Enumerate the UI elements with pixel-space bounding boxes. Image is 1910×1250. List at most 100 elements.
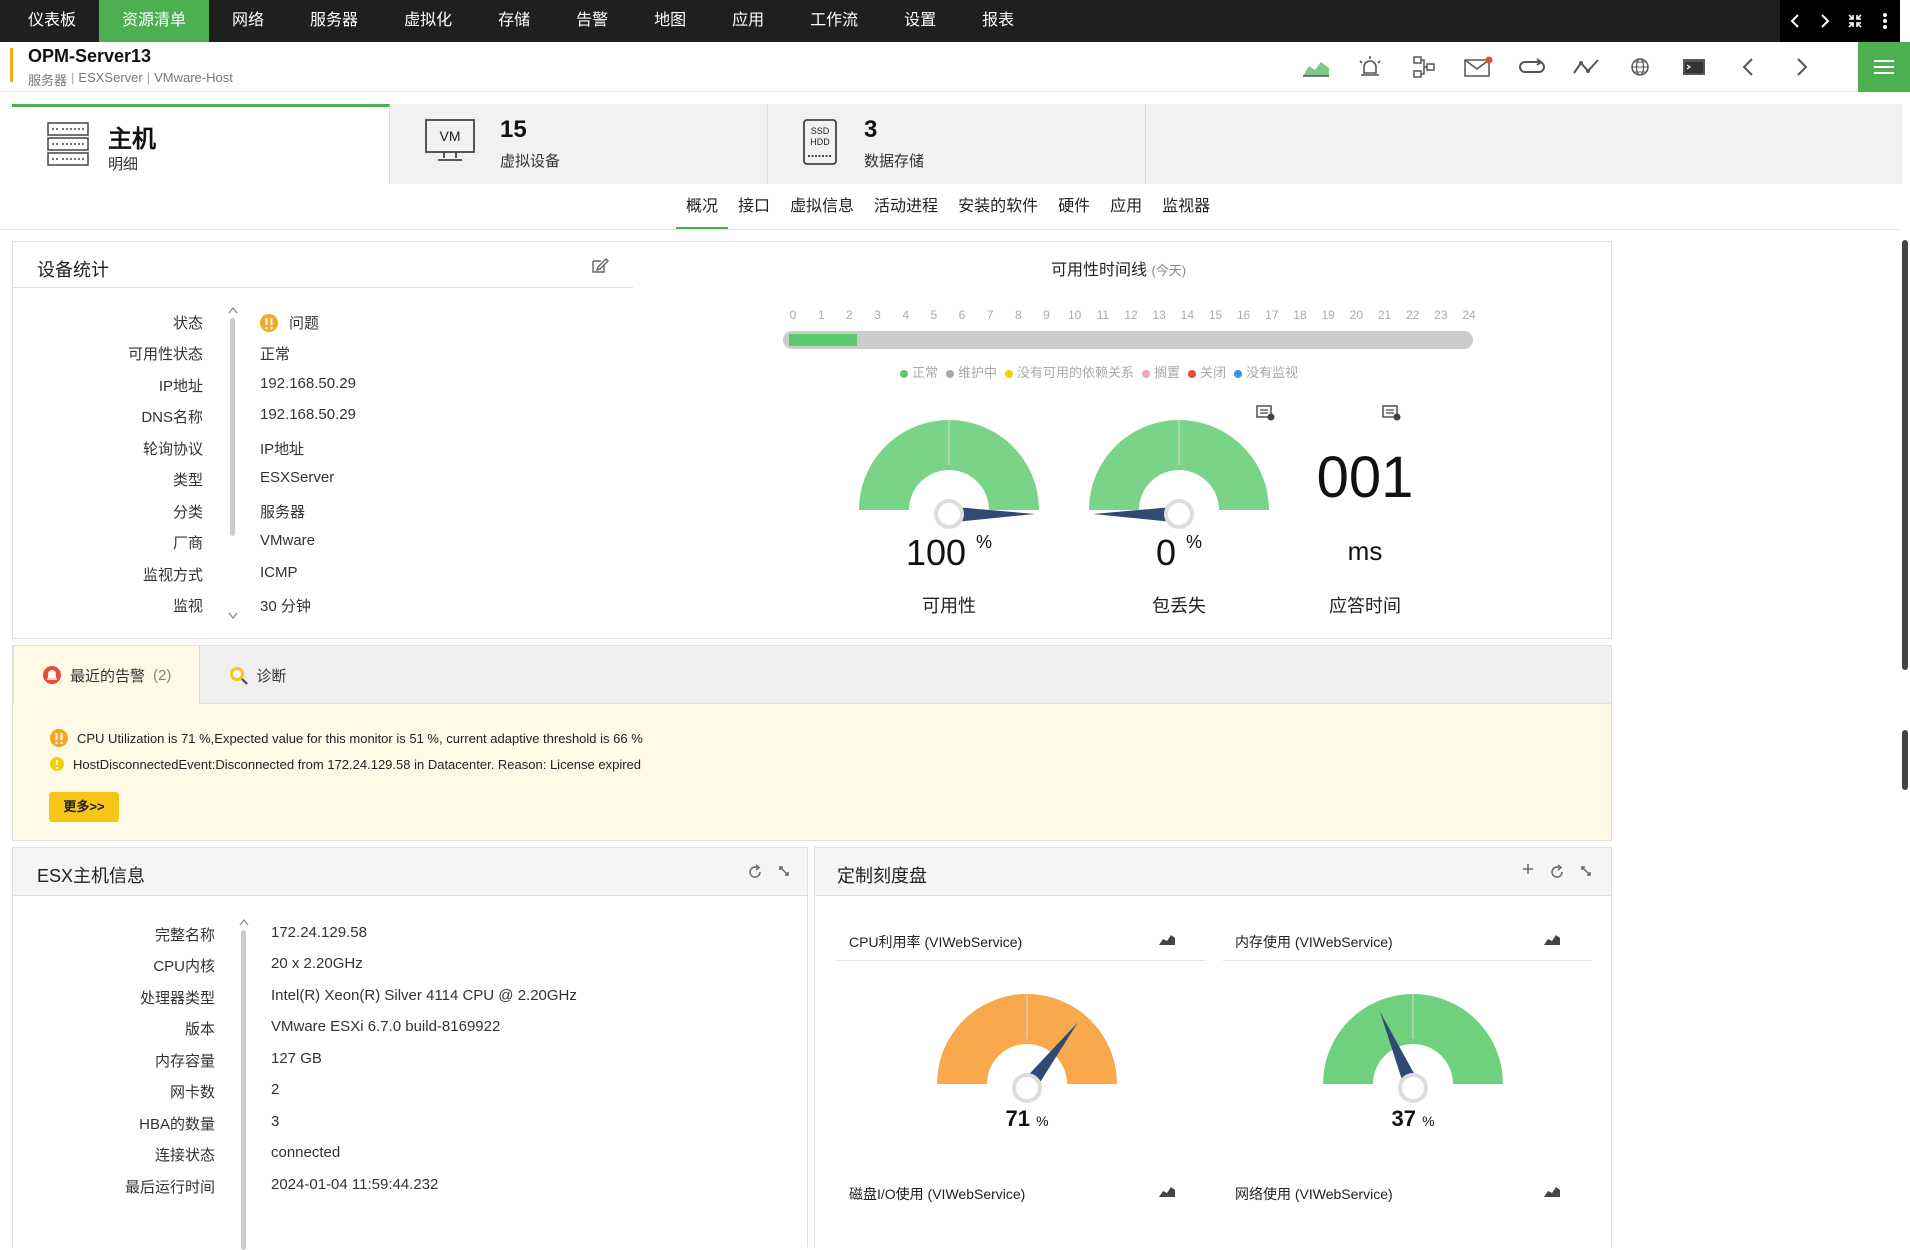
- nav-alarms[interactable]: 告警: [553, 0, 631, 42]
- esx-key: 内存容量: [154, 1053, 215, 1070]
- timeline-hour-tick: 5: [930, 308, 938, 322]
- esx-key: HBA的数量: [139, 1116, 215, 1133]
- nav-prev-icon[interactable]: [1780, 0, 1810, 42]
- tab-hardware[interactable]: 硬件: [1048, 196, 1100, 230]
- page-scrollbar-upper[interactable]: [1902, 240, 1908, 670]
- card-datastore[interactable]: SSD HDD 3 数据存储: [768, 104, 1146, 184]
- mail-icon[interactable]: [1460, 52, 1496, 82]
- scroll-up-icon[interactable]: [227, 306, 239, 314]
- crumb-type[interactable]: ESXServer: [78, 70, 142, 89]
- graph-line-icon[interactable]: [1568, 52, 1604, 82]
- terminal-icon[interactable]: [1676, 52, 1712, 82]
- stat-value: 服务器: [260, 504, 306, 521]
- esx-scrollbar[interactable]: [241, 930, 246, 1250]
- tab-virtual-info[interactable]: 虚拟信息: [780, 196, 864, 230]
- timeline-legend: 正常 维护中 没有可用的依赖关系 搁置 关闭 没有监视: [900, 362, 1298, 381]
- diagnosis-icon: [230, 667, 249, 685]
- stats-scrollbar[interactable]: [230, 318, 235, 536]
- diagnosis-label: 诊断: [256, 667, 287, 685]
- nav-virtualization[interactable]: 虚拟化: [381, 0, 475, 42]
- stat-key: 监视: [172, 598, 203, 615]
- stat-key: 厂商: [172, 535, 203, 552]
- timeline-hour-tick: 18: [1293, 308, 1307, 322]
- tab-applications[interactable]: 应用: [1100, 196, 1152, 230]
- mem-dial-chart-icon[interactable]: [1543, 932, 1561, 946]
- nav-servers[interactable]: 服务器: [287, 0, 381, 42]
- add-icon[interactable]: [1521, 862, 1535, 876]
- tab-processes[interactable]: 活动进程: [864, 196, 948, 230]
- expand-icon[interactable]: [777, 864, 791, 878]
- alarm-bell-icon: [43, 666, 61, 684]
- tab-overview[interactable]: 概况: [676, 196, 729, 230]
- disk-dial-chart-icon[interactable]: [1158, 1184, 1176, 1198]
- net-dial-label: 网络使用 (VIWebService): [1235, 1186, 1393, 1202]
- hamburger-menu-icon[interactable]: [1858, 42, 1910, 92]
- sync-icon[interactable]: [1514, 52, 1550, 82]
- nav-network[interactable]: 网络: [209, 0, 287, 42]
- esx-info-title: ESX主机信息: [37, 866, 146, 886]
- net-dial-chart-icon[interactable]: [1543, 1184, 1561, 1198]
- chart-icon[interactable]: [1298, 52, 1334, 82]
- mem-gauge-dial: [1323, 994, 1503, 1103]
- nav-workflow[interactable]: 工作流: [787, 0, 881, 42]
- timeline-hour-tick: 24: [1462, 308, 1476, 322]
- tab-diagnosis[interactable]: 诊断: [200, 646, 314, 704]
- page-scrollbar-lower[interactable]: [1902, 730, 1908, 790]
- stat-value: 30 分钟: [260, 598, 311, 615]
- esx-key: 连接状态: [154, 1147, 215, 1164]
- legend-item: 关闭: [1188, 362, 1226, 381]
- nav-dashboard[interactable]: 仪表板: [5, 0, 99, 42]
- alarm-icon[interactable]: [1352, 52, 1388, 82]
- more-vertical-icon[interactable]: [1870, 0, 1900, 42]
- legend-dot: [1188, 369, 1197, 378]
- tab-recent-alarms[interactable]: 最近的告警 (2): [13, 646, 201, 704]
- response-report-icon[interactable]: [1381, 404, 1403, 422]
- scroll-down-icon[interactable]: [227, 612, 239, 620]
- nav-inventory[interactable]: 资源清单: [99, 0, 210, 42]
- alert-item[interactable]: HostDisconnectedEvent:Disconnected from …: [49, 756, 641, 772]
- next-device-icon[interactable]: [1784, 52, 1820, 82]
- card-datastore-label: 数据存储: [864, 153, 925, 170]
- card-vm[interactable]: VM 15 虚拟设备: [390, 104, 768, 184]
- packetloss-gauge-dial: [1089, 420, 1269, 529]
- timeline-hour-tick: 16: [1236, 308, 1251, 322]
- edit-icon[interactable]: [591, 256, 609, 274]
- expand-icon[interactable]: [1579, 864, 1593, 878]
- crumb-vendor[interactable]: VMware-Host: [154, 70, 233, 89]
- globe-icon[interactable]: [1622, 52, 1658, 82]
- nav-reports[interactable]: 报表: [959, 0, 1037, 42]
- prev-device-icon[interactable]: [1730, 52, 1766, 82]
- card-host[interactable]: 主机 明细: [12, 104, 390, 184]
- nav-storage[interactable]: 存储: [475, 0, 553, 42]
- timeline-hour-tick: 21: [1377, 308, 1392, 322]
- hdd-icon-text: HDD: [810, 137, 830, 147]
- more-alerts-button[interactable]: 更多>>: [49, 792, 119, 822]
- tab-software[interactable]: 安装的软件: [948, 196, 1048, 230]
- alert-item[interactable]: CPU Utilization is 71 %,Expected value f…: [49, 728, 643, 748]
- nav-apps[interactable]: 应用: [709, 0, 787, 42]
- nav-maps[interactable]: 地图: [631, 0, 709, 42]
- nav-next-icon[interactable]: [1810, 0, 1840, 42]
- cpu-dial-number: 71: [1005, 1106, 1030, 1131]
- esx-scroll-up-icon[interactable]: [238, 918, 250, 926]
- cpu-dial-value: 71 %: [927, 1106, 1127, 1132]
- tab-monitors[interactable]: 监视器: [1152, 196, 1220, 230]
- tab-interfaces[interactable]: 接口: [728, 196, 780, 230]
- esx-value: 20 x 2.20GHz: [271, 955, 363, 972]
- topology-icon[interactable]: [1406, 52, 1442, 82]
- esx-key: 完整名称: [154, 927, 215, 944]
- stat-key: 监视方式: [142, 567, 203, 584]
- refresh-icon[interactable]: [1549, 864, 1565, 880]
- packetloss-report-icon[interactable]: [1255, 404, 1277, 422]
- collapse-icon[interactable]: [1840, 0, 1870, 42]
- card-datastore-count: 3: [864, 116, 878, 143]
- cpu-dial-chart-icon[interactable]: [1158, 932, 1176, 946]
- availability-gauge-dial: [859, 420, 1039, 529]
- availability-timeline-bar[interactable]: [783, 331, 1473, 349]
- timeline-hour-tick: 7: [986, 308, 994, 322]
- nav-settings[interactable]: 设置: [881, 0, 959, 42]
- esx-value: 127 GB: [271, 1050, 322, 1067]
- refresh-icon[interactable]: [747, 864, 763, 880]
- crumb-category[interactable]: 服务器: [28, 70, 67, 89]
- timeline-hour-tick: 22: [1405, 308, 1420, 322]
